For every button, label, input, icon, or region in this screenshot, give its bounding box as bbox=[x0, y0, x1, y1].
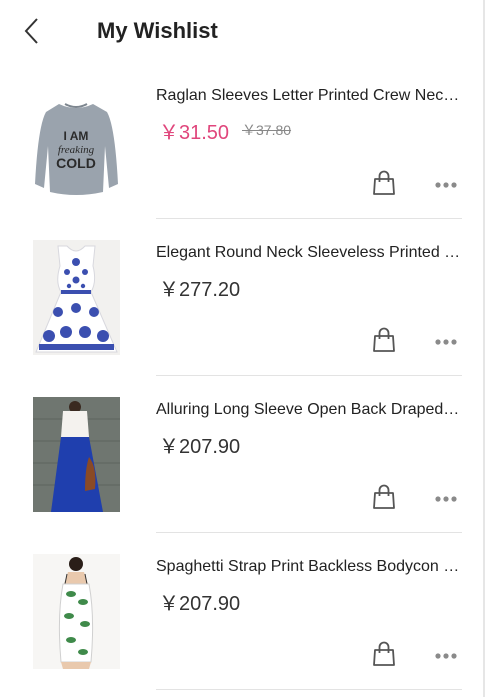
more-options-button[interactable] bbox=[434, 648, 458, 659]
shopping-bag-icon bbox=[373, 641, 395, 666]
wishlist-item[interactable]: Spaghetti Strap Print Backless Bodycon D… bbox=[0, 533, 483, 690]
add-to-bag-button[interactable] bbox=[372, 327, 396, 353]
more-options-button[interactable] bbox=[434, 177, 458, 188]
product-name[interactable]: Alluring Long Sleeve Open Back Draped Dr… bbox=[156, 401, 462, 419]
product-name[interactable]: Spaghetti Strap Print Backless Bodycon D… bbox=[156, 558, 462, 576]
chevron-left-icon bbox=[24, 18, 38, 44]
sweatshirt-image: I AM freaking COLD bbox=[33, 86, 120, 201]
maxi-dress-image bbox=[33, 397, 120, 512]
item-divider bbox=[156, 689, 462, 690]
more-dots-icon bbox=[435, 653, 457, 659]
price: ￥207.90 bbox=[159, 593, 241, 615]
more-options-button[interactable] bbox=[434, 491, 458, 502]
price: ￥207.90 bbox=[159, 436, 241, 458]
more-dots-icon bbox=[435, 496, 457, 502]
original-price: ￥37.80 bbox=[242, 122, 292, 138]
product-image[interactable] bbox=[33, 554, 120, 669]
product-image[interactable] bbox=[33, 240, 120, 355]
more-dots-icon bbox=[435, 182, 457, 188]
image-text-line-3: COLD bbox=[56, 155, 96, 171]
more-dots-icon bbox=[435, 339, 457, 345]
wishlist-item[interactable]: I AM freaking COLD Raglan Sleeves Letter… bbox=[0, 62, 483, 219]
wishlist-item[interactable]: Alluring Long Sleeve Open Back Draped Dr… bbox=[0, 376, 483, 533]
page-title: My Wishlist bbox=[97, 18, 218, 43]
printed-dress-image bbox=[33, 240, 120, 355]
more-options-button[interactable] bbox=[434, 334, 458, 345]
product-name[interactable]: Raglan Sleeves Letter Printed Crew Neck … bbox=[156, 87, 462, 105]
add-to-bag-button[interactable] bbox=[372, 484, 396, 510]
price: ￥277.20 bbox=[159, 279, 241, 301]
image-text-line-1: I AM bbox=[64, 129, 89, 143]
back-button[interactable] bbox=[18, 14, 48, 48]
product-name[interactable]: Elegant Round Neck Sleeveless Printed Dr… bbox=[156, 244, 462, 262]
sale-price: ￥31.50 bbox=[159, 122, 230, 144]
bodycon-dress-image bbox=[33, 554, 120, 669]
header: My Wishlist bbox=[0, 0, 485, 62]
shopping-bag-icon bbox=[373, 484, 395, 509]
product-image[interactable]: I AM freaking COLD bbox=[33, 86, 120, 201]
shopping-bag-icon bbox=[373, 170, 395, 195]
shopping-bag-icon bbox=[373, 327, 395, 352]
wishlist-item[interactable]: Elegant Round Neck Sleeveless Printed Dr… bbox=[0, 219, 483, 376]
add-to-bag-button[interactable] bbox=[372, 170, 396, 196]
product-image[interactable] bbox=[33, 397, 120, 512]
add-to-bag-button[interactable] bbox=[372, 641, 396, 667]
